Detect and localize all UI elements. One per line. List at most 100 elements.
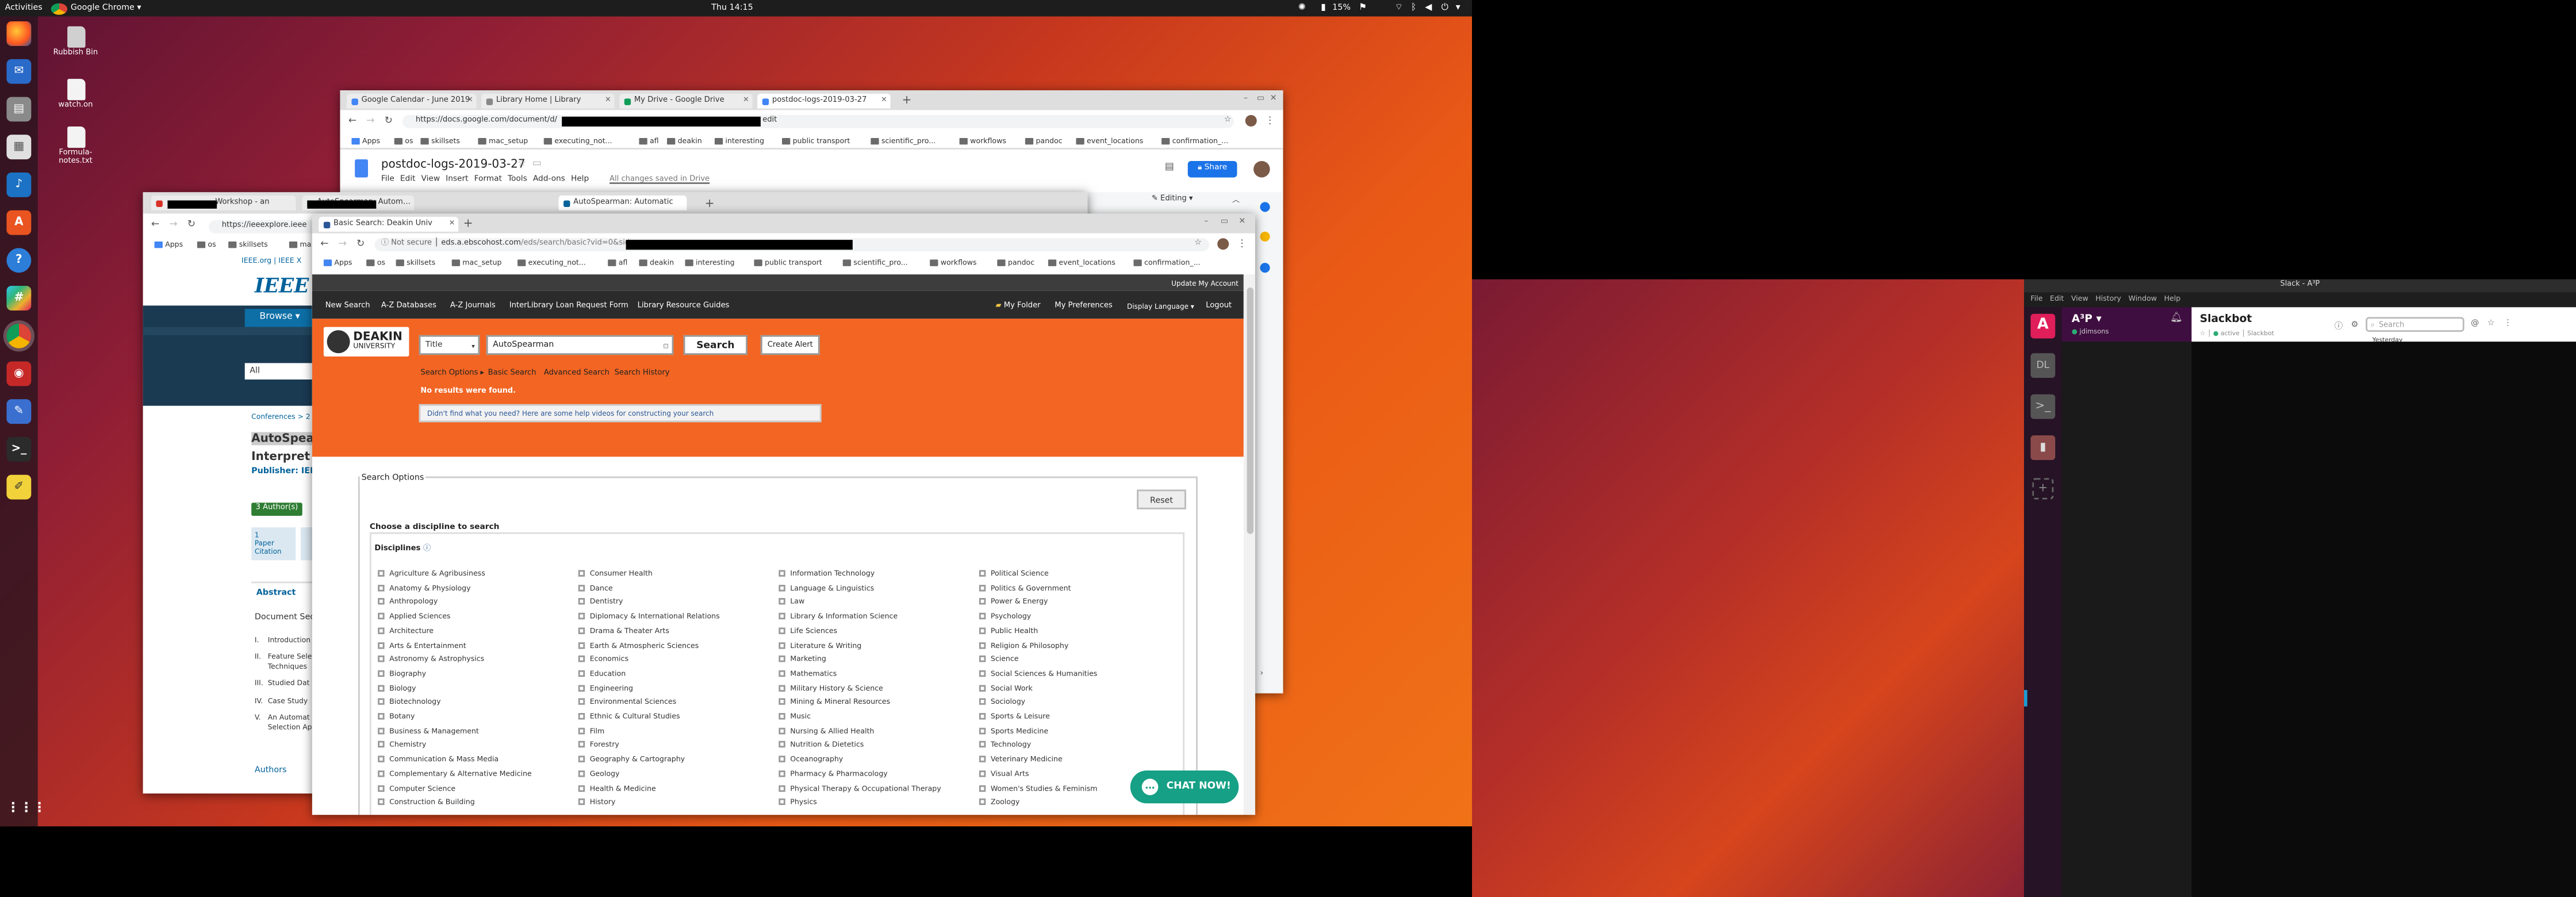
bookmark-workflows[interactable]: workflows [959, 138, 1006, 147]
menu-window[interactable]: Window [2129, 296, 2157, 304]
discipline-checkbox[interactable]: Nursing & Allied Health [779, 727, 874, 736]
discipline-checkbox[interactable]: Oceanography [779, 756, 843, 765]
checkbox-icon[interactable] [779, 741, 785, 749]
discipline-checkbox[interactable]: Environmental Sciences [578, 699, 676, 708]
search-scope-select[interactable]: All [244, 363, 312, 379]
new-tab-icon[interactable]: + [463, 217, 473, 230]
authors-link[interactable]: Authors [255, 765, 287, 775]
bookmark-mac-setup[interactable]: mac_setup [478, 138, 528, 147]
minimize-icon[interactable]: – [1204, 217, 1208, 227]
discipline-checkbox[interactable]: Language & Linguistics [779, 584, 874, 593]
tab-library-home[interactable]: Library Home | Library ✕ [481, 93, 615, 109]
thunderbird-icon[interactable]: ✉ [6, 59, 32, 84]
checkbox-icon[interactable] [979, 699, 986, 706]
discipline-checkbox[interactable]: Education [578, 670, 626, 679]
menu-file[interactable]: File [381, 176, 394, 184]
reload-icon[interactable]: ↻ [385, 114, 393, 126]
side-panel-calendar-icon[interactable] [1260, 202, 1270, 212]
new-tab-icon[interactable]: + [902, 94, 912, 107]
flag-icon[interactable]: ⚑ [1357, 2, 1368, 14]
chrome-menu-icon[interactable]: ⋮ [1237, 237, 1247, 249]
starred-icon[interactable]: ☆ [2487, 319, 2495, 328]
bookmark-event-locations[interactable]: event_locations [1048, 259, 1116, 268]
discipline-checkbox[interactable]: Engineering [578, 684, 633, 693]
workspace-name[interactable]: A³P ▾ [2072, 312, 2102, 325]
current-user[interactable]: ● jdimsons [2072, 327, 2109, 335]
checkbox-icon[interactable] [779, 699, 785, 706]
volume-icon[interactable]: ◀ [1423, 2, 1434, 14]
bookmark-afl[interactable]: afl [639, 138, 659, 147]
close-tab-icon[interactable]: ✕ [449, 217, 455, 232]
discipline-checkbox[interactable]: Architecture [378, 627, 434, 636]
minimize-icon[interactable]: – [1244, 94, 1248, 103]
activities-button[interactable]: Activities [5, 3, 43, 13]
nav-new-search[interactable]: New Search [325, 302, 370, 310]
breadcrumb[interactable]: Conferences > 2 [251, 414, 310, 422]
chrome-menu-icon[interactable]: ⋮ [1265, 114, 1275, 126]
info-icon[interactable]: ⓘ [423, 546, 431, 554]
search-input[interactable]: ⌕ Search [2366, 317, 2464, 332]
bookmark-interesting[interactable]: interesting [714, 138, 764, 147]
nav-interlibrary-loan[interactable]: InterLibrary Loan Request Form [509, 302, 628, 310]
discipline-checkbox[interactable]: Geology [578, 770, 619, 779]
tab-basic-search[interactable]: Basic Search: Deakin Univ ✕ [319, 217, 459, 232]
close-tab-icon[interactable]: ✕ [881, 94, 887, 109]
add-workspace-icon[interactable]: + [2032, 478, 2054, 500]
search-history-link[interactable]: Search History [615, 370, 670, 378]
checkbox-icon[interactable] [779, 799, 785, 806]
bookmark-apps[interactable]: Apps [351, 138, 380, 147]
close-tab-icon[interactable]: ✕ [743, 94, 749, 109]
search-input[interactable]: AutoSpearman ⊡ [486, 335, 674, 355]
help-icon[interactable]: ? [6, 248, 32, 273]
checkbox-icon[interactable] [578, 713, 585, 720]
checkbox-icon[interactable] [378, 641, 385, 649]
clear-search-icon[interactable]: ⊡ [663, 337, 669, 355]
toc-item[interactable]: V. An Automat [255, 715, 312, 724]
checkbox-icon[interactable] [378, 784, 385, 791]
forward-icon[interactable]: → [169, 218, 177, 230]
bookmark-public-transport[interactable]: public transport [782, 138, 850, 147]
checkbox-icon[interactable] [578, 699, 585, 706]
network-icon[interactable]: ✺ [1296, 2, 1308, 14]
reset-button[interactable]: Reset [1137, 489, 1186, 509]
discipline-checkbox[interactable]: Biography [378, 670, 426, 679]
wifi-icon[interactable]: ⌔ [1393, 2, 1405, 14]
checkbox-icon[interactable] [779, 656, 785, 662]
checkbox-icon[interactable] [578, 784, 585, 791]
discipline-checkbox[interactable]: Geography & Cartography [578, 756, 685, 765]
reload-icon[interactable]: ↻ [356, 237, 365, 249]
discipline-checkbox[interactable]: Science [979, 656, 1019, 665]
document-title[interactable]: postdoc-logs-2019-03-27 [381, 158, 526, 171]
discipline-checkbox[interactable]: Applied Sciences [378, 612, 450, 622]
bookmark-os[interactable]: os [366, 259, 385, 268]
system-menu-icon[interactable]: ▾ [1452, 2, 1464, 14]
rhythmbox-icon[interactable]: ♪ [6, 172, 32, 197]
scrollbar-thumb[interactable] [1246, 288, 1253, 534]
menu-edit[interactable]: Edit [2050, 296, 2064, 304]
workspace-terminal-icon[interactable]: >_ [2030, 394, 2056, 419]
star-icon[interactable]: ☆ [518, 158, 526, 169]
checkbox-icon[interactable] [378, 612, 385, 620]
side-panel-expand-icon[interactable]: › [1260, 669, 1263, 678]
close-tab-icon[interactable]: ✕ [605, 94, 611, 109]
discipline-checkbox[interactable]: Sports Medicine [979, 727, 1048, 736]
discipline-checkbox[interactable]: Power & Energy [979, 599, 1048, 608]
ieee-top-links[interactable]: IEEE.org | IEEE X [241, 258, 301, 266]
authors-badge[interactable]: 3 Author(s) [251, 503, 302, 516]
discipline-checkbox[interactable]: Ethnic & Cultural Studies [578, 713, 680, 722]
tab-google-drive[interactable]: My Drive - Google Drive ✕ [619, 93, 753, 109]
toc-item[interactable]: IV. Case Study [255, 693, 312, 711]
terminal-icon[interactable]: >_ [6, 437, 32, 462]
bookmark-event-locations[interactable]: event_locations [1076, 138, 1143, 147]
metrics-box[interactable] [300, 527, 312, 561]
discipline-checkbox[interactable]: Law [779, 599, 804, 608]
more-icon[interactable]: ⋮ [2504, 319, 2512, 328]
discipline-checkbox[interactable]: Politics & Government [979, 584, 1071, 593]
checkbox-icon[interactable] [378, 599, 385, 605]
bookmark-interesting[interactable]: interesting [685, 259, 735, 268]
close-tab-icon[interactable]: ✕ [467, 94, 473, 109]
discipline-checkbox[interactable]: Economics [578, 656, 628, 665]
desktop-icon-watch[interactable]: watch.on [51, 79, 101, 110]
bookmark-os[interactable]: os [197, 241, 216, 250]
bookmark-pandoc[interactable]: pandoc [997, 259, 1034, 268]
